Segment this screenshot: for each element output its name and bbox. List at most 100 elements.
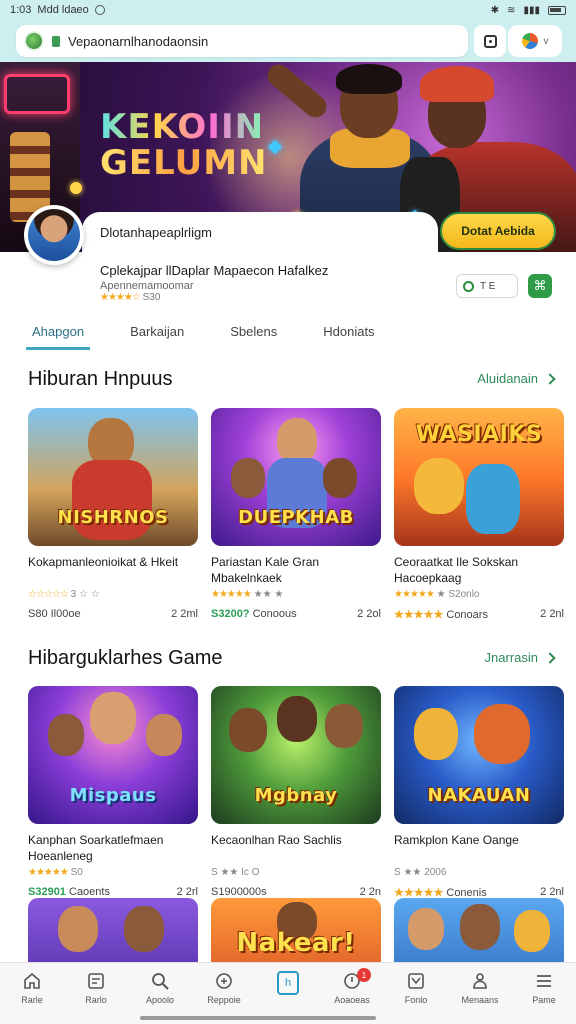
profile-icon	[473, 973, 487, 989]
card-size: 2 2ol	[357, 608, 381, 620]
nav-item-profile[interactable]: Menaans	[452, 971, 508, 1005]
tab-3[interactable]: Hdoniats	[317, 320, 380, 350]
game-card[interactable]: DUEPKHAB Pariastan Kale Gran Mbakelnkaek…	[211, 408, 381, 620]
game-thumbnail[interactable]: NAKAUAN	[394, 686, 564, 824]
section-see-all-link[interactable]: Aluidanain	[477, 371, 556, 386]
nav-item-search[interactable]: Apoolo	[132, 971, 188, 1005]
wifi-icon: ≋	[507, 4, 516, 16]
share-icon: ⌘	[533, 278, 547, 293]
search-icon	[152, 973, 169, 990]
thumbnail-title: Nakear!	[236, 928, 356, 958]
lock-icon[interactable]	[52, 35, 60, 47]
nav-item-window[interactable]: Rarlo	[68, 971, 124, 1005]
hero-title-line1: KEKOIIN	[100, 109, 267, 146]
game-card[interactable]: Mispaus Kanphan Soarkatlefmaen Hoeanlene…	[28, 686, 198, 898]
bottom-navigation: Rarle Rarlo Apoolo Reppoie h 1 Aoaoeas F…	[0, 962, 576, 1024]
account-button[interactable]: v	[508, 25, 562, 57]
game-thumbnail[interactable]: NISHRNOS	[28, 408, 198, 546]
account-icon	[521, 33, 538, 49]
chevron-right-icon	[544, 372, 556, 385]
card-title: Kokapmanleonioikat & Hkeit	[28, 555, 179, 569]
thumbnail-title: NISHRNOS	[57, 507, 169, 528]
avatar[interactable]	[24, 205, 84, 265]
browser-toolbar: Vepaonarnlhanodaonsin v	[0, 20, 576, 62]
tab-bar: Ahapgon Barkaijan Sbelens Hdoniats	[26, 320, 556, 350]
nav-item-home[interactable]: Rarle	[4, 971, 60, 1005]
game-thumbnail[interactable]: WASIAIKS	[394, 408, 564, 546]
thumbnail-title: WASIAIKS	[415, 422, 543, 447]
card-price: S32901	[28, 886, 66, 898]
section-see-all-link[interactable]: Jnarrasin	[485, 650, 556, 665]
game-card[interactable]: NISHRNOS Kokapmanleonioikat & Hkeit ☆☆☆☆…	[28, 408, 198, 620]
hero-title-line2: GELUMN	[100, 142, 268, 183]
window-icon	[88, 973, 104, 989]
share-button[interactable]: ⌘	[528, 274, 552, 298]
url-text[interactable]: Vepaonarnlhanodaonsin	[68, 34, 208, 49]
chevron-right-icon	[544, 651, 556, 664]
chip-label: T E	[480, 280, 496, 292]
game-icon	[216, 973, 232, 989]
card-size: 2 2n	[359, 886, 381, 898]
home-icon	[24, 972, 40, 989]
nav-item-menu[interactable]: Pame	[516, 971, 572, 1005]
thumbnail-title: DUEPKHAB	[238, 507, 354, 528]
app-rating: ★★★★☆ S30	[100, 292, 160, 303]
game-card[interactable]: Mgbnay Kecaonlhan Rao Sachlis S ★★ Ic O …	[211, 686, 381, 898]
tab-2[interactable]: Sbelens	[224, 320, 283, 350]
signal-icon: ▮▮▮	[523, 4, 540, 16]
card-size: 2 2rl	[176, 886, 198, 898]
game-card[interactable]: NAKAUAN Ramkplon Kane Oange S ★★ 2006 ★★…	[394, 686, 564, 899]
status-bar: 1:03 Mdd ldaeo ✱ ≋ ▮▮▮	[0, 0, 576, 20]
follow-chip[interactable]: T E	[456, 274, 518, 298]
neon-sign-illustration	[4, 74, 70, 114]
thumbnail-title: Mispaus	[69, 785, 157, 806]
nav-item-download[interactable]: Fonlo	[388, 971, 444, 1005]
coin-icon	[70, 182, 82, 194]
status-time: 1:03	[10, 4, 32, 16]
notification-dot-icon	[94, 5, 105, 15]
menu-icon	[537, 975, 551, 987]
tabs-icon	[483, 34, 497, 48]
nav-item-active[interactable]: h	[260, 971, 316, 995]
game-thumbnail[interactable]: DUEPKHAB	[211, 408, 381, 546]
chevron-down-icon: v	[543, 35, 549, 47]
tab-0[interactable]: Ahapgon	[26, 320, 91, 350]
address-bar[interactable]: Vepaonarnlhanodaonsin	[16, 25, 468, 57]
card-rating: ★★★★★ S0	[28, 867, 83, 878]
game-card[interactable]: WASIAIKS Ceoraatkat Ile Sokskan Hacoepka…	[394, 408, 564, 621]
bookmark-icon: h	[277, 971, 299, 995]
card-size: 2 2ml	[171, 608, 198, 620]
card-title: Pariastan Kale Gran Mbakelnkaek	[211, 555, 320, 585]
card-title: Ramkplon Kane Oange	[394, 833, 519, 847]
thumbnail-title: NAKAUAN	[427, 785, 531, 806]
card-rating: ★★★★★ ★ S2onlo	[394, 589, 480, 600]
app-subtitle: Apennemamoomar	[100, 280, 194, 292]
rating-value: S30	[142, 292, 161, 303]
status-carrier: Mdd ldaeo	[37, 4, 89, 16]
tabs-button[interactable]	[474, 25, 506, 57]
app-title: Cplekajpar llDaplar Mapaecon Hafalkez	[100, 263, 329, 278]
home-indicator[interactable]	[140, 1016, 376, 1020]
nav-item-game[interactable]: Reppoie	[196, 971, 252, 1005]
primary-cta-button[interactable]: Dotat Aebida	[440, 212, 556, 250]
game-thumbnail[interactable]: Mgbnay	[211, 686, 381, 824]
section-title: Hibarguklarhes Game	[28, 647, 223, 669]
card-price: S80 Il00oe	[28, 608, 81, 620]
section-title: Hiburan Hnpuus	[28, 368, 173, 390]
card-size: 2 2nl	[540, 608, 564, 620]
card-rating: S ★★ 2006	[394, 867, 447, 878]
hero-title: KEKOIIN GELUMN	[100, 109, 268, 183]
rating-stars: ★★★★☆	[100, 292, 141, 303]
game-thumbnail[interactable]: Mispaus	[28, 686, 198, 824]
notification-badge: 1	[357, 968, 371, 982]
download-icon	[408, 973, 424, 989]
thumbnail-title: Mgbnay	[254, 785, 338, 806]
card-title: Kecaonlhan Rao Sachlis	[211, 833, 342, 847]
bluetooth-icon: ✱	[490, 4, 500, 16]
nav-item-notifications[interactable]: 1 Aoaoeas	[324, 968, 380, 1005]
card-price: S3200?	[211, 608, 250, 620]
card-title: Kanphan Soarkatlefmaen Hoeanleneg	[28, 833, 164, 863]
tab-1[interactable]: Barkaijan	[124, 320, 190, 350]
card-price: S1900000s	[211, 886, 267, 898]
toggle-ring-icon	[463, 280, 474, 292]
